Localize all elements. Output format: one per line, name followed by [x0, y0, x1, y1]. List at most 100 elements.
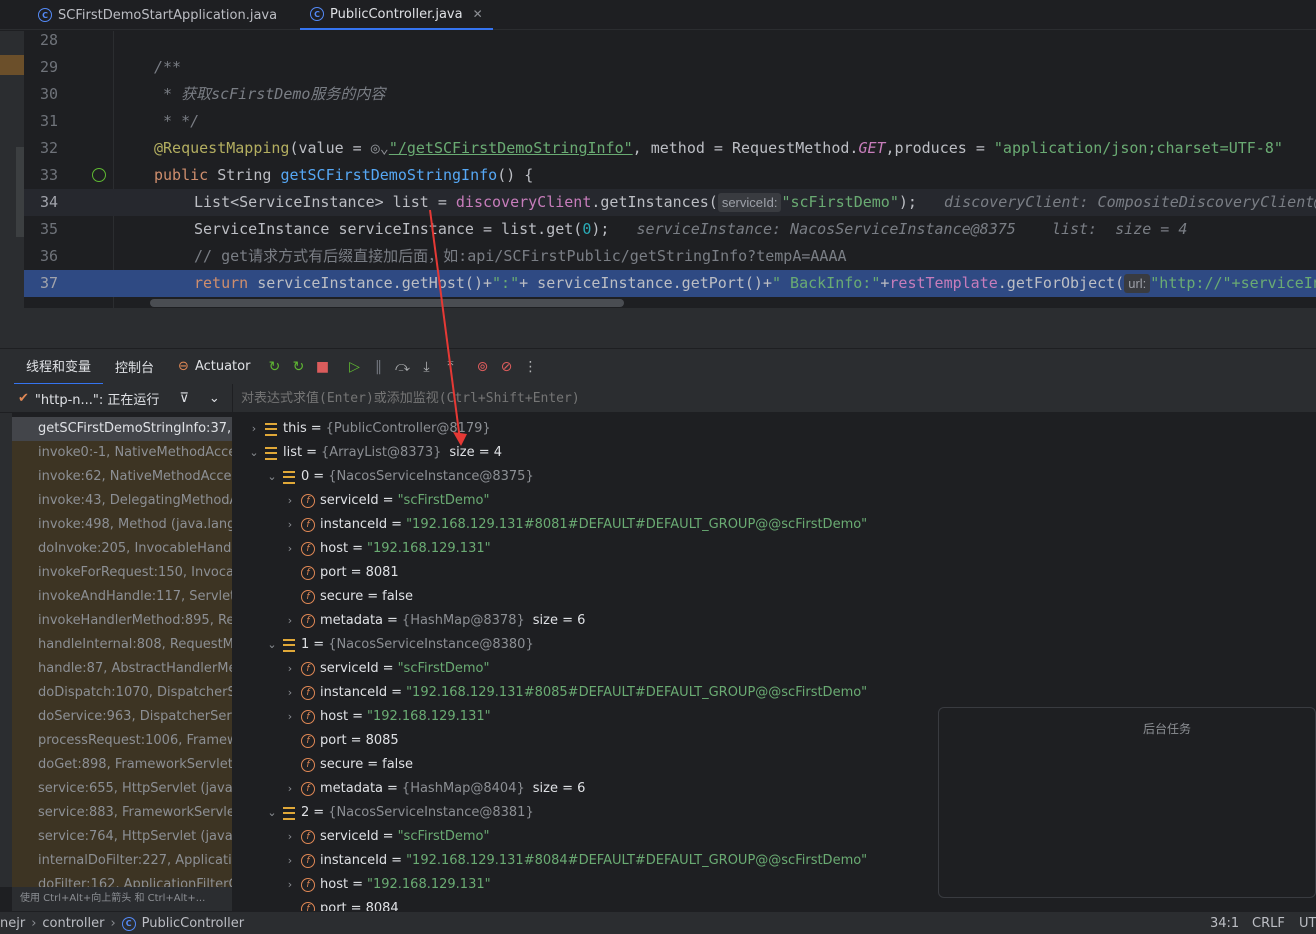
java-class-icon: C	[121, 916, 136, 931]
stack-frame[interactable]: doFilter:162, ApplicationFilterCha	[12, 873, 232, 887]
stack-frame[interactable]: processRequest:1006, FrameworkS	[12, 729, 232, 753]
more-icon[interactable]: ⋮	[519, 356, 541, 378]
collapse-icon[interactable]: ›	[283, 873, 297, 897]
mute-breakpoints-icon[interactable]: ⊘	[495, 356, 517, 378]
frames-list[interactable]: getSCFirstDemoStringInfo:37, Pu invoke0:-…	[12, 417, 232, 887]
variable-row[interactable]: ⌄ 0 = {NacosServiceInstance@8375}	[265, 465, 533, 489]
variable-row[interactable]: › f host = "192.168.129.131"	[283, 705, 491, 729]
collapse-icon[interactable]: ›	[283, 705, 297, 729]
variable-row[interactable]: › f serviceId = "scFirstDemo"	[283, 489, 489, 513]
stack-frame[interactable]: doInvoke:205, InvocableHandlerM	[12, 537, 232, 561]
expand-icon[interactable]: ⌄	[265, 801, 279, 825]
globe-icon[interactable]: ◎⌄	[371, 139, 389, 157]
stack-frame[interactable]: invokeAndHandle:117, ServletInvo	[12, 585, 232, 609]
step-into-icon[interactable]: ⤓	[415, 356, 437, 378]
variable-type: {ArrayList@8373}	[321, 445, 442, 460]
stack-frame[interactable]: invoke:498, Method (java.lang.ref	[12, 513, 232, 537]
tab-scfirstdemo-start-application[interactable]: C SCFirstDemoStartApplication.java	[38, 0, 277, 30]
close-icon[interactable]: ✕	[473, 7, 483, 21]
file-encoding[interactable]: UTF-8	[1299, 912, 1316, 934]
endpoint-gutter-icon[interactable]	[92, 168, 106, 182]
thread-selector[interactable]: ✔ "http-n...": 正在运行 ⊽ ⌄	[0, 384, 232, 413]
variable-type: {NacosServiceInstance@8380}	[328, 637, 534, 652]
variable-row[interactable]: › f metadata = {HashMap@8378} size = 6	[283, 609, 585, 633]
variable-row[interactable]: f port = 8085	[283, 729, 399, 753]
stack-frame[interactable]: invoke:43, DelegatingMethodAcc	[12, 489, 232, 513]
stack-frame[interactable]: doGet:898, FrameworkServlet (org	[12, 753, 232, 777]
collapse-icon[interactable]: ›	[247, 417, 261, 441]
variable-row[interactable]: f port = 8081	[283, 561, 399, 585]
line-number: 30	[40, 85, 59, 103]
variable-row[interactable]: f port = 8084	[283, 897, 399, 911]
stack-frame[interactable]: handleInternal:808, RequestMappi	[12, 633, 232, 657]
cursor-position[interactable]: 34:1	[1210, 912, 1239, 934]
stack-frame[interactable]: invokeHandlerMethod:895, Reques	[12, 609, 232, 633]
equals-sign: =	[350, 901, 362, 911]
collapse-icon[interactable]: ›	[283, 489, 297, 513]
collapse-icon[interactable]: ›	[283, 657, 297, 681]
stack-frame[interactable]: internalDoFilter:227, ApplicationF	[12, 849, 232, 873]
stack-frame[interactable]: service:883, FrameworkServlet (or	[12, 801, 232, 825]
stack-frame[interactable]: invoke0:-1, NativeMethodAccesso	[12, 441, 232, 465]
breadcrumb-item[interactable]: nejr	[0, 912, 25, 934]
variable-row[interactable]: › f instanceId = "192.168.129.131#8085#DEFAU…	[283, 681, 867, 705]
rerun-debug-icon[interactable]: ↻	[287, 356, 309, 378]
filter-icon[interactable]: ⊽	[179, 391, 189, 406]
stack-frame[interactable]: invokeForRequest:150, InvocableH	[12, 561, 232, 585]
variable-row[interactable]: › f instanceId = "192.168.129.131#8081#DEFAU…	[283, 513, 867, 537]
status-bar: nejr › controller › C PublicController 3…	[0, 911, 1316, 934]
expand-icon[interactable]: ⌄	[265, 633, 279, 657]
breadcrumb-item[interactable]: controller	[42, 912, 104, 934]
chevron-down-icon[interactable]: ⌄	[209, 391, 220, 406]
scroll-marker	[16, 147, 24, 237]
variable-row[interactable]: › f host = "192.168.129.131"	[283, 873, 491, 897]
collapse-icon[interactable]: ›	[283, 609, 297, 633]
variable-row[interactable]: › this = {PublicController@8179}	[247, 417, 491, 441]
object-icon	[283, 470, 295, 484]
tab-threads-variables[interactable]: 线程和变量	[14, 349, 104, 385]
expand-icon[interactable]: ⌄	[247, 441, 261, 465]
evaluate-expression-bar[interactable]	[233, 384, 1316, 413]
collapse-icon[interactable]: ›	[283, 681, 297, 705]
line-separator[interactable]: CRLF	[1252, 912, 1285, 934]
collapse-icon[interactable]: ›	[283, 513, 297, 537]
view-breakpoints-icon[interactable]: ⊚	[471, 356, 493, 378]
code-line: 33 public String getSCFirstDemoStringInf…	[24, 162, 1316, 189]
tab-console[interactable]: 控制台	[103, 349, 166, 385]
horizontal-scrollbar[interactable]	[150, 299, 624, 307]
variable-row[interactable]: ⌄ 1 = {NacosServiceInstance@8380}	[265, 633, 534, 657]
variable-row[interactable]: f secure = false	[283, 753, 413, 777]
code-editor[interactable]: 28 29 /** 30 * 获取scFirstDemo服务的内容 31 * *…	[0, 31, 1316, 308]
variable-row[interactable]: › f instanceId = "192.168.129.131#8084#DEFAU…	[283, 849, 867, 873]
collapse-icon[interactable]: ›	[283, 849, 297, 873]
variable-row[interactable]: › f serviceId = "scFirstDemo"	[283, 825, 489, 849]
variable-row[interactable]: › f host = "192.168.129.131"	[283, 537, 491, 561]
expand-icon[interactable]: ⌄	[265, 465, 279, 489]
stack-frame[interactable]: doService:963, DispatcherServlet	[12, 705, 232, 729]
stack-frame[interactable]: service:655, HttpServlet (javax.se	[12, 777, 232, 801]
rerun-icon[interactable]: ↻	[263, 356, 285, 378]
variable-row[interactable]: f secure = false	[283, 585, 413, 609]
variable-row[interactable]: ⌄ 2 = {NacosServiceInstance@8381}	[265, 801, 533, 825]
pause-icon[interactable]: ‖	[367, 356, 389, 378]
panel-splitter[interactable]	[0, 308, 1316, 348]
evaluate-input[interactable]	[241, 390, 1141, 406]
stack-frame[interactable]: service:764, HttpServlet (javax.se	[12, 825, 232, 849]
variable-row[interactable]: › f metadata = {HashMap@8404} size = 6	[283, 777, 585, 801]
stack-frame[interactable]: handle:87, AbstractHandlerMethod	[12, 657, 232, 681]
variable-row[interactable]: › f serviceId = "scFirstDemo"	[283, 657, 489, 681]
tab-actuator[interactable]: ⊖ Actuator	[166, 349, 262, 385]
stack-frame[interactable]: doDispatch:1070, DispatcherServle	[12, 681, 232, 705]
tab-public-controller[interactable]: C PublicController.java ✕	[300, 0, 493, 30]
step-out-icon[interactable]: ⤒	[439, 356, 461, 378]
resume-icon[interactable]: ▷	[343, 356, 365, 378]
variable-row[interactable]: ⌄ list = {ArrayList@8373} size = 4	[247, 441, 502, 465]
stack-frame[interactable]: getSCFirstDemoStringInfo:37, Pu	[12, 417, 232, 441]
collapse-icon[interactable]: ›	[283, 777, 297, 801]
stack-frame[interactable]: invoke:62, NativeMethodAccessor	[12, 465, 232, 489]
breadcrumb-item[interactable]: PublicController	[142, 912, 244, 934]
collapse-icon[interactable]: ›	[283, 825, 297, 849]
collapse-icon[interactable]: ›	[283, 537, 297, 561]
stop-icon[interactable]: ■	[311, 356, 333, 378]
step-over-icon[interactable]: ⤼	[391, 356, 413, 378]
